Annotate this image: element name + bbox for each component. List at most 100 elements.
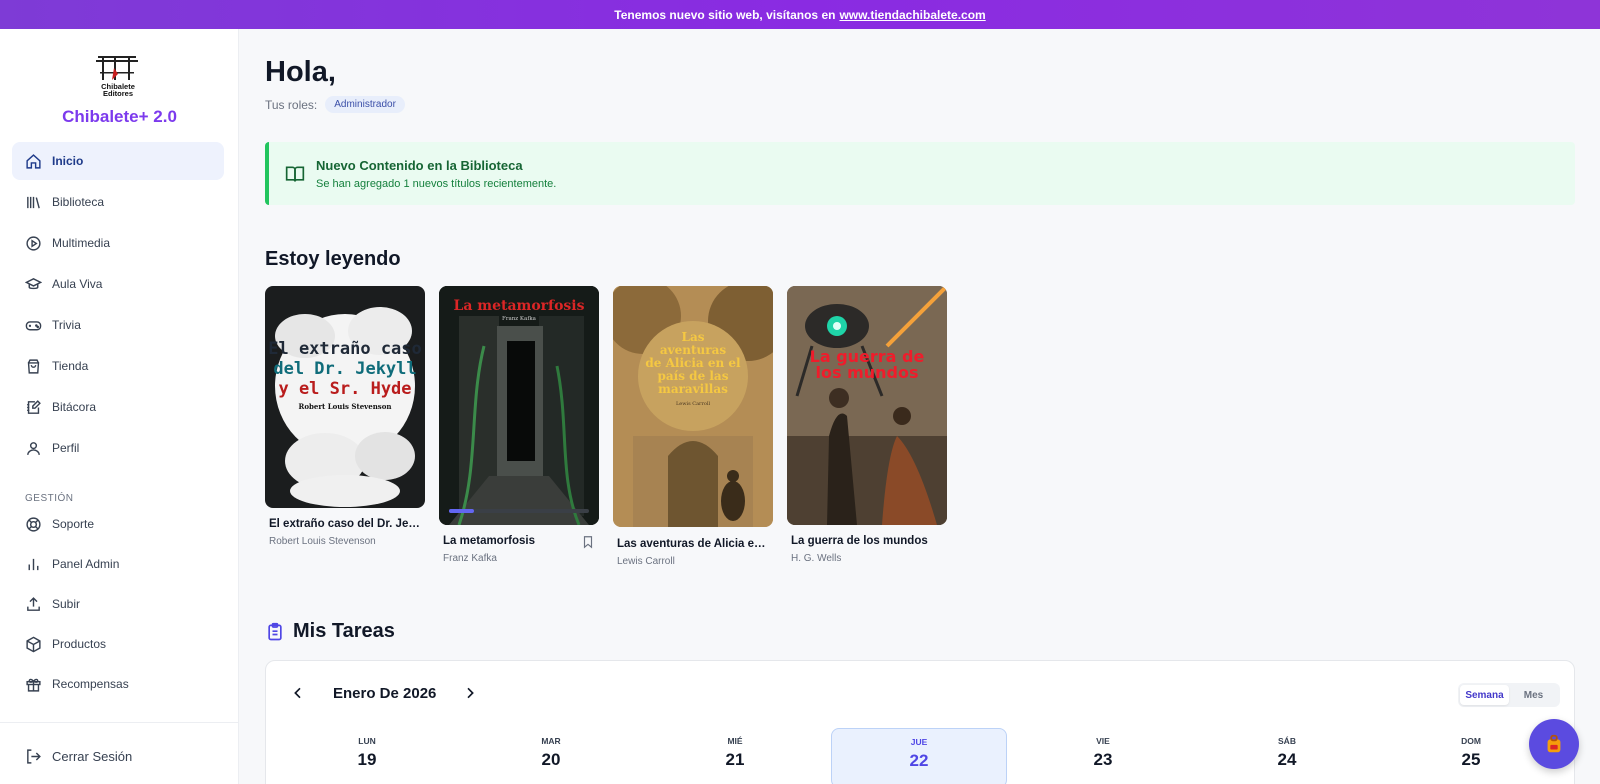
calendar-day[interactable]: MAR 20: [463, 728, 639, 784]
book-author: Franz Kafka: [443, 553, 497, 564]
new-content-notice: Nuevo Contenido en la Biblioteca Se han …: [265, 142, 1575, 205]
sidebar-item-label: Biblioteca: [52, 195, 105, 209]
package-icon: [24, 635, 42, 653]
sidebar-item-perfil[interactable]: Perfil: [12, 429, 224, 467]
day-name: LUN: [358, 736, 376, 746]
assistant-fab-button[interactable]: [1529, 719, 1579, 769]
user-icon: [24, 439, 42, 457]
gift-icon: [24, 675, 42, 693]
calendar-day[interactable]: LUN 19: [279, 728, 455, 784]
cover-title-line: maravillas: [658, 382, 728, 396]
cover-title-line: Las: [682, 330, 705, 344]
section-label-gestion: GESTIÓN: [25, 493, 74, 504]
upload-icon: [24, 595, 42, 613]
sidebar-item-aula-viva[interactable]: Aula Viva: [12, 265, 224, 303]
calendar-day[interactable]: SÁB 24: [1199, 728, 1375, 784]
sidebar-item-recompensas[interactable]: Recompensas: [12, 665, 224, 703]
day-number: 23: [1093, 750, 1113, 769]
book-cover[interactable]: La guerra de los mundos: [787, 286, 947, 525]
cover-title-line: El extraño caso: [268, 339, 422, 359]
book-title: La metamorfosis: [443, 535, 536, 547]
sidebar-item-label: Inicio: [52, 154, 84, 168]
book-title: La guerra de los mundos: [791, 535, 928, 547]
clipboard-list-icon: [268, 622, 282, 640]
day-number: 20: [541, 750, 561, 769]
sidebar-item-label: Subir: [52, 597, 81, 611]
banner-link[interactable]: www.tiendachibalete.com: [839, 8, 985, 22]
book-author: Lewis Carroll: [617, 556, 675, 567]
sidebar-item-label: Tienda: [52, 359, 89, 373]
chevron-left-icon[interactable]: [290, 685, 306, 701]
sidebar-item-label: Productos: [52, 637, 107, 651]
task-calendar: Enero De 2026 Semana Mes LUN 19 MAR 20 M…: [265, 660, 1575, 784]
reading-section-title: Estoy leyendo: [265, 248, 401, 270]
home-icon: [24, 152, 42, 170]
gamepad-icon: [24, 316, 42, 334]
day-number: 22: [909, 751, 929, 770]
tasks-title-label: Mis Tareas: [293, 620, 395, 642]
calendar-view-toggle: Semana Mes: [1458, 683, 1560, 707]
view-month-button[interactable]: Mes: [1509, 685, 1558, 705]
sidebar-item-biblioteca[interactable]: Biblioteca: [12, 183, 224, 221]
cover-title-line: La metamorfosis: [453, 298, 584, 314]
calendar-day-today[interactable]: JUE 22: [831, 728, 1007, 784]
book-cover[interactable]: La metamorfosis Franz Kafka: [439, 286, 599, 525]
view-week-button[interactable]: Semana: [1460, 685, 1509, 705]
role-badge: Administrador: [325, 96, 405, 113]
sidebar-item-label: Panel Admin: [52, 557, 120, 571]
logo[interactable]: Chibalete Editores: [94, 52, 142, 98]
sidebar-item-soporte[interactable]: Soporte: [12, 505, 224, 543]
svg-text:Editores: Editores: [103, 89, 133, 98]
sidebar-item-multimedia[interactable]: Multimedia: [12, 224, 224, 262]
sidebar-item-bitacora[interactable]: Bitácora: [12, 388, 224, 426]
sidebar-item-subir[interactable]: Subir: [12, 585, 224, 623]
sidebar-item-panel-admin[interactable]: Panel Admin: [12, 545, 224, 583]
lifebuoy-icon: [24, 515, 42, 533]
roles-label: Tus roles:: [265, 97, 318, 112]
sidebar-item-label: Multimedia: [52, 236, 111, 250]
cover-author: Lewis Carroll: [676, 401, 711, 407]
cover-title-line: y el Sr. Hyde: [278, 379, 411, 399]
notebook-pen-icon: [24, 398, 42, 416]
sidebar-item-label: Aula Viva: [52, 277, 103, 291]
roles-row: Tus roles: Administrador: [265, 96, 405, 113]
sidebar-item-inicio[interactable]: Inicio: [12, 142, 224, 180]
chevron-right-icon[interactable]: [462, 685, 478, 701]
logout-label: Cerrar Sesión: [52, 748, 133, 764]
logout-button[interactable]: Cerrar Sesión: [12, 737, 224, 775]
brand-title: Chibalete+ 2.0: [62, 107, 177, 126]
calendar-day[interactable]: MIÉ 21: [647, 728, 823, 784]
book-author: Robert Louis Stevenson: [269, 536, 376, 547]
bookmark-icon[interactable]: [581, 535, 595, 549]
day-name: VIE: [1096, 736, 1110, 746]
reading-progress-fill: [449, 509, 475, 513]
day-number: 24: [1277, 750, 1297, 769]
page-title: Hola,: [265, 56, 336, 88]
sidebar-item-label: Trivia: [52, 318, 81, 332]
banner-text: Tenemos nuevo sitio web, visítanos en: [614, 7, 836, 22]
sidebar-item-label: Perfil: [52, 441, 80, 455]
sidebar-item-label: Bitácora: [52, 400, 97, 414]
reading-progress-bar: [449, 509, 589, 513]
book-cover[interactable]: Las aventuras de Alicia en el país de la…: [613, 286, 773, 527]
calendar-day[interactable]: VIE 23: [1015, 728, 1191, 784]
book-cover[interactable]: El extraño caso del Dr. Jekyll y el Sr. …: [265, 286, 425, 508]
book-author: H. G. Wells: [791, 553, 842, 564]
sidebar-item-tienda[interactable]: Tienda: [12, 347, 224, 385]
day-number: 21: [725, 750, 745, 769]
day-name: JUE: [910, 737, 928, 747]
notice-title: Nuevo Contenido en la Biblioteca: [316, 158, 523, 173]
sidebar-item-productos[interactable]: Productos: [12, 625, 224, 663]
cover-title-line: de Alicia en el: [645, 356, 741, 370]
cover-title-line: país de las: [658, 369, 729, 383]
notice-body: Se han agregado 1 nuevos títulos recient…: [316, 178, 557, 190]
tasks-section-title: Mis Tareas: [265, 620, 395, 643]
sidebar-item-trivia[interactable]: Trivia: [12, 306, 224, 344]
sidebar-item-label: Recompensas: [52, 677, 129, 691]
sidebar-item-label: Soporte: [52, 517, 95, 531]
day-name: SÁB: [1278, 736, 1296, 746]
cover-author: Robert Louis Stevenson: [299, 402, 392, 411]
book-title: Las aventuras de Alicia en el país de la…: [617, 538, 769, 550]
graduation-cap-icon: [24, 275, 42, 293]
library-icon: [24, 193, 42, 211]
